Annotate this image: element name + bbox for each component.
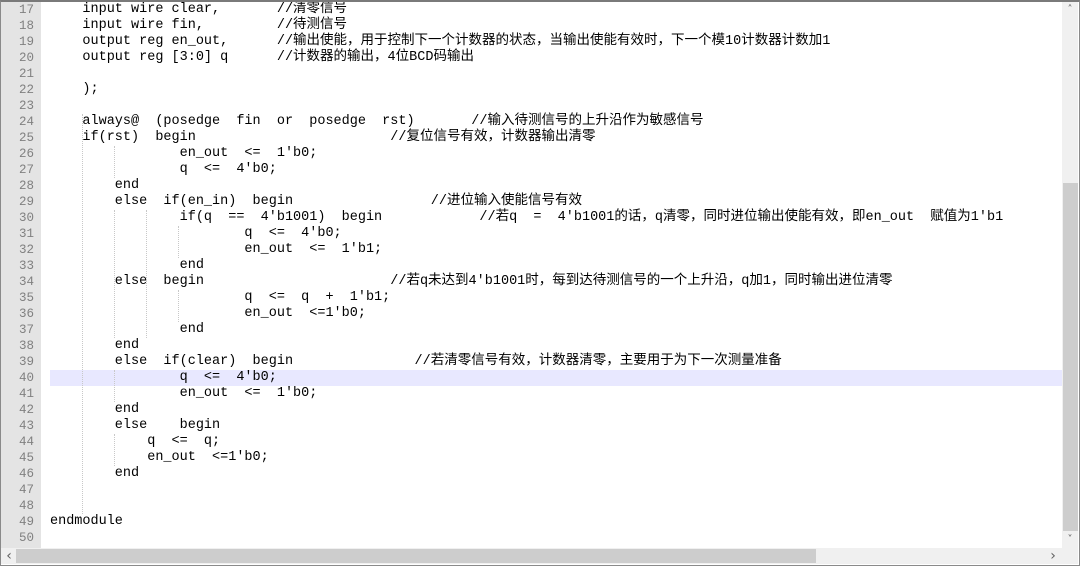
code-line[interactable]: ); [50,82,1062,98]
line-number: 34 [18,275,34,289]
code-line[interactable]: endmodule [50,514,1062,530]
code-line[interactable]: else if(clear) begin //若清零信号有效，计数器清零，主要用… [50,354,1062,370]
line-number: 31 [18,227,34,241]
line-number: 24 [18,115,34,129]
code-line[interactable]: en_out <=1'b0; [50,450,1062,466]
indent-guide [178,226,179,258]
code-line[interactable]: q <= q + 1'b1; [50,290,1062,306]
indent-guide [146,210,147,338]
indent-guide [114,146,115,178]
line-number: 40 [18,371,34,385]
line-number: 20 [18,51,34,65]
line-number: 46 [18,467,34,481]
code-line[interactable]: q <= 4'b0; [50,162,1062,178]
code-line[interactable]: q <= q; [50,434,1062,450]
vertical-scroll-thumb[interactable] [1063,183,1078,531]
line-number: 45 [18,451,34,465]
code-line[interactable]: end [50,338,1062,354]
line-number: 23 [18,99,34,113]
scroll-right-arrow-icon[interactable]: › [1045,548,1061,564]
line-number: 48 [18,499,34,513]
line-number: 35 [18,291,34,305]
line-number: 21 [18,67,34,81]
indent-guide [178,290,179,322]
code-line[interactable]: end [50,178,1062,194]
code-line[interactable]: en_out <= 1'b0; [50,386,1062,402]
code-line[interactable]: en_out <=1'b0; [50,306,1062,322]
line-number: 17 [18,3,34,17]
code-line[interactable]: end [50,258,1062,274]
line-number: 28 [18,179,34,193]
code-line[interactable] [50,530,1062,546]
horizontal-scroll-thumb[interactable] [16,549,816,563]
code-line[interactable]: q <= 4'b0; [50,226,1062,242]
line-number: 22 [18,83,34,97]
indent-guide [114,210,115,338]
code-line[interactable]: if(rst) begin //复位信号有效，计数器输出清零 [50,130,1062,146]
code-line[interactable]: else begin [50,418,1062,434]
code-line[interactable] [50,498,1062,514]
vertical-scrollbar[interactable]: ˄ ˅ [1062,2,1078,548]
code-line[interactable]: always@ (posedge fin or posedge rst) //输… [50,114,1062,130]
scroll-up-arrow-icon[interactable]: ˄ [1062,2,1078,18]
line-number: 42 [18,403,34,417]
line-number: 39 [18,355,34,369]
line-number: 44 [18,435,34,449]
code-editor[interactable]: endmodule end en_out <=1'b0; q <= q; els… [50,2,1062,548]
line-number: 47 [18,483,34,497]
line-number: 26 [18,147,34,161]
line-number: 19 [18,35,34,49]
indent-guide [114,434,115,466]
code-line[interactable]: q <= 4'b0; [50,370,1062,386]
line-number: 25 [18,131,34,145]
code-line[interactable]: en_out <= 1'b1; [50,242,1062,258]
indent-guide [114,370,115,402]
code-line[interactable]: input wire fin, //待测信号 [50,18,1062,34]
line-number: 29 [18,195,34,209]
line-number: 27 [18,163,34,177]
code-line[interactable]: output reg [3:0] q //计数器的输出，4位BCD码输出 [50,50,1062,66]
line-number: 43 [18,419,34,433]
code-line[interactable]: output reg en_out, //输出使能，用于控制下一个计数器的状态，… [50,34,1062,50]
code-line[interactable]: input wire clear, //清零信号 [50,2,1062,18]
line-number: 33 [18,259,34,273]
scrollbar-corner [1062,548,1078,564]
code-line[interactable]: else if(en_in) begin //进位输入使能信号有效 [50,194,1062,210]
line-number: 49 [18,515,34,529]
code-line[interactable] [50,482,1062,498]
line-number: 38 [18,339,34,353]
line-number: 36 [18,307,34,321]
line-number: 37 [18,323,34,337]
code-line[interactable]: end [50,466,1062,482]
scroll-down-arrow-icon[interactable]: ˅ [1062,532,1078,548]
code-line[interactable] [50,98,1062,114]
line-number: 18 [18,19,34,33]
code-line[interactable]: end [50,322,1062,338]
code-line[interactable] [50,66,1062,82]
code-line[interactable]: end [50,402,1062,418]
scroll-left-arrow-icon[interactable]: ‹ [1,548,17,564]
fold-margin [41,2,49,548]
line-number-gutter: 17 18 19 20 21 22 23 24 25 26 27 28 29 30 31 32 33 34 35 36… [1,2,41,548]
code-line[interactable]: en_out <= 1'b0; [50,146,1062,162]
indent-guide [82,114,83,514]
line-number: 41 [18,387,34,401]
line-number: 50 [18,531,34,545]
line-number: 30 [18,211,34,225]
code-line[interactable]: if(q == 4'b1001) begin //若q = 4'b1001的话，… [50,210,1062,226]
code-line[interactable]: else begin //若q未达到4'b1001时，每到达待测信号的一个上升沿… [50,274,1062,290]
line-number: 32 [18,243,34,257]
horizontal-scrollbar[interactable]: ‹ › [1,548,1062,564]
